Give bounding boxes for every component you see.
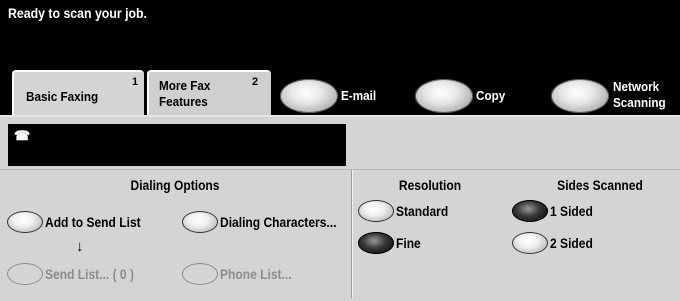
phone-list-button[interactable]: Phone List... — [182, 263, 303, 285]
panel-top-edge — [0, 115, 680, 117]
resolution-fine-label: Fine — [396, 235, 421, 251]
send-list-label: Send List... ( 0 ) — [45, 266, 134, 282]
copy-service-button[interactable] — [415, 79, 473, 113]
network-scanning-service-button[interactable] — [551, 79, 609, 113]
email-service-button[interactable] — [280, 79, 338, 113]
phone-list-label: Phone List... — [220, 266, 292, 282]
copy-service-label: Copy — [476, 88, 506, 103]
sides-1-sided-label: 1 Sided — [550, 203, 593, 219]
sides-2-sided-option[interactable]: 2 Sided — [512, 232, 600, 254]
sides-1-sided-oval — [512, 200, 548, 222]
fax-number-display[interactable] — [8, 124, 346, 166]
dialing-characters-label: Dialing Characters... — [220, 214, 337, 230]
arrow-down-icon: ↓ — [76, 238, 84, 255]
dialing-characters-button[interactable]: Dialing Characters... — [182, 211, 355, 233]
sides-scanned-heading: Sides Scanned — [557, 177, 643, 193]
add-to-send-list-oval — [7, 211, 43, 233]
email-service-label: E-mail — [341, 88, 377, 103]
send-list-oval — [7, 263, 43, 285]
add-to-send-list-button[interactable]: Add to Send List — [7, 211, 156, 233]
tab-basic-faxing-label: Basic Faxing — [26, 89, 99, 104]
add-to-send-list-label: Add to Send List — [45, 214, 141, 230]
dialing-options-heading: Dialing Options — [130, 177, 220, 193]
resolution-fine-option[interactable]: Fine — [358, 232, 425, 254]
sides-2-sided-oval — [512, 232, 548, 254]
phone-list-oval — [182, 263, 218, 285]
send-list-button[interactable]: Send List... ( 0 ) — [7, 263, 148, 285]
resolution-heading: Resolution — [398, 177, 462, 193]
resolution-standard-oval — [358, 200, 394, 222]
sides-2-sided-label: 2 Sided — [550, 235, 593, 251]
sides-1-sided-option[interactable]: 1 Sided — [512, 200, 600, 222]
tab-basic-faxing[interactable]: Basic Faxing 1 — [12, 70, 144, 118]
tab-more-fax-label-line2: Features — [159, 94, 208, 109]
tab-more-fax-features[interactable]: More Fax Features 2 — [147, 70, 271, 115]
resolution-standard-label: Standard — [396, 203, 449, 219]
telephone-icon: ☎ — [14, 128, 31, 143]
resolution-fine-oval — [358, 232, 394, 254]
status-message: Ready to scan your job. — [8, 5, 147, 21]
resolution-standard-option[interactable]: Standard — [358, 200, 457, 222]
network-scanning-label-line2: Scanning — [613, 95, 666, 110]
network-scanning-label-line1: Network — [613, 79, 660, 94]
fax-screen: Ready to scan your job. Basic Faxing 1 M… — [0, 0, 680, 301]
tab-basic-faxing-number: 1 — [132, 76, 139, 88]
dialing-characters-oval — [182, 211, 218, 233]
tab-more-fax-label-line1: More Fax — [159, 78, 211, 93]
section-divider — [0, 169, 680, 170]
column-divider-highlight — [352, 170, 353, 298]
tab-more-fax-number: 2 — [252, 76, 259, 88]
